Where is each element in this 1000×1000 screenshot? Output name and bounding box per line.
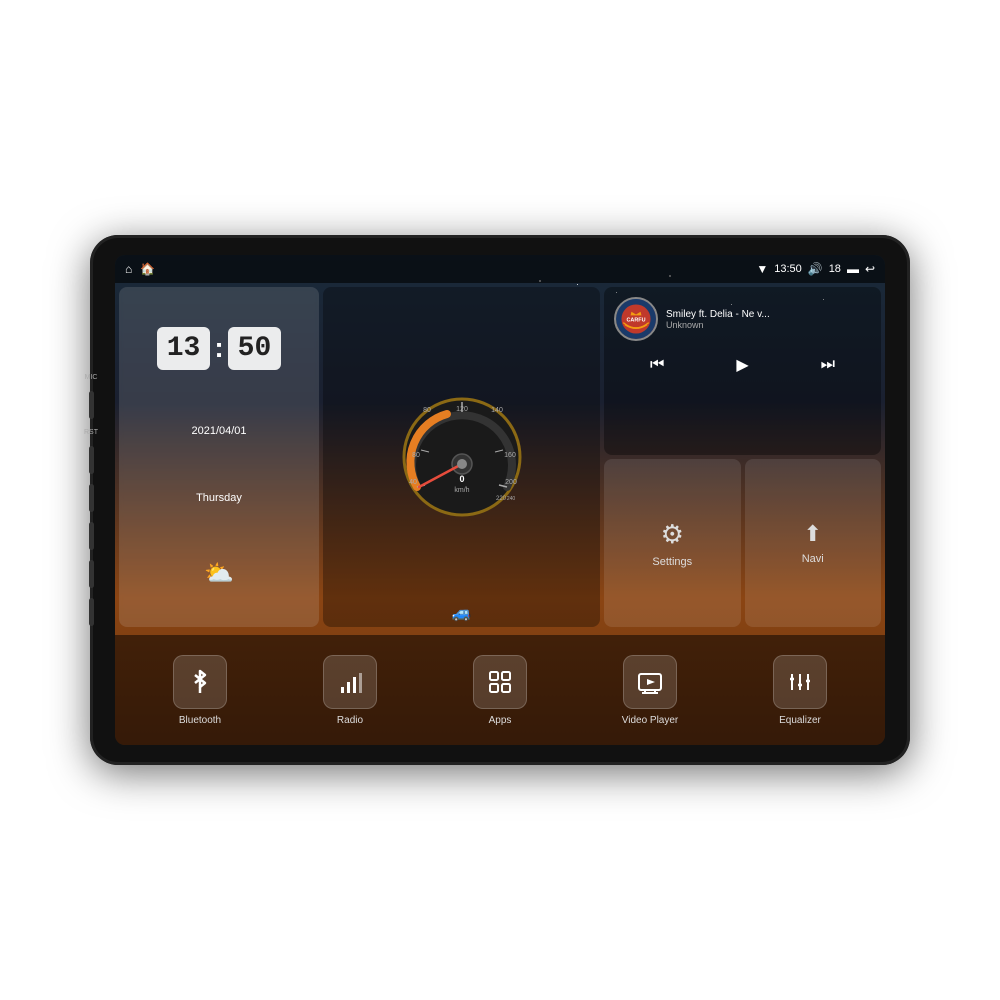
bluetooth-label: Bluetooth — [179, 715, 221, 726]
song-title: Smiley ft. Delia - Ne v... — [666, 309, 871, 320]
volume-level: 18 — [829, 263, 841, 275]
clock-hour: 13 — [157, 327, 211, 370]
car-icon: 🚙 — [452, 603, 472, 623]
home-icon[interactable]: 🏠 — [140, 262, 155, 276]
navi-icon: ⬆ — [804, 521, 822, 547]
date-text: 2021/04/01 — [191, 425, 246, 437]
settings-widget[interactable]: ⚙ Settings — [604, 459, 741, 627]
screen: ⌂ 🏠 ▼ 13:50 🔊 18 ▬ ↩ 13 : 50 2021/ — [115, 255, 885, 745]
car-head-unit: MIC RST ⌂ 🏠 ▼ 13:50 — [90, 235, 910, 765]
svg-text:80: 80 — [423, 407, 431, 414]
status-bar: ⌂ 🏠 ▼ 13:50 🔊 18 ▬ ↩ — [115, 255, 885, 283]
bottom-bar: Bluetooth Radio — [115, 635, 885, 745]
settings-navi-row: ⚙ Settings ⬆ Navi — [604, 459, 881, 627]
side-button-1[interactable] — [89, 391, 94, 419]
equalizer-label: Equalizer — [779, 715, 821, 726]
music-widget[interactable]: CARFU Smiley ft. Delia - Ne v... Unknown… — [604, 287, 881, 455]
album-art-svg: CARFU — [616, 297, 656, 341]
battery-icon: ▬ — [847, 262, 859, 276]
apps-icon-wrap — [473, 655, 527, 709]
video-player-icon-wrap — [623, 655, 677, 709]
side-button-back[interactable] — [89, 522, 94, 550]
svg-text:80: 80 — [412, 452, 420, 459]
svg-text:km/h: km/h — [454, 487, 469, 494]
home-soft-icon[interactable]: ⌂ — [125, 262, 132, 276]
settings-label: Settings — [652, 556, 692, 568]
volume-icon: 🔊 — [808, 262, 823, 276]
svg-text:200: 200 — [505, 479, 517, 486]
svg-text:220: 220 — [495, 496, 506, 502]
song-artist: Unknown — [666, 320, 871, 330]
main-grid: 13 : 50 2021/04/01 Thursday ⛅ — [119, 283, 881, 631]
svg-text:CARFU: CARFU — [626, 318, 645, 324]
radio-icon-wrap — [323, 655, 377, 709]
svg-text:120: 120 — [456, 406, 468, 413]
navi-widget[interactable]: ⬆ Navi — [745, 459, 882, 627]
side-button-power[interactable] — [89, 446, 94, 474]
status-right: ▼ 13:50 🔊 18 ▬ ↩ — [756, 262, 875, 276]
side-button-vol-up[interactable] — [89, 560, 94, 588]
clock-display: 13 : 50 — [157, 327, 282, 370]
radio-label: Radio — [337, 715, 363, 726]
album-art: CARFU — [614, 297, 658, 341]
rst-label: RST — [84, 429, 98, 436]
side-button-home[interactable] — [89, 484, 94, 512]
svg-text:40: 40 — [409, 479, 417, 486]
right-column: CARFU Smiley ft. Delia - Ne v... Unknown… — [604, 287, 881, 627]
apps-icon — [487, 669, 513, 695]
equalizer-icon-wrap — [773, 655, 827, 709]
speedometer-widget: 120 40 80 160 200 140 80 220 240 — [323, 287, 600, 627]
road-scene: 🚙 — [323, 603, 600, 623]
music-controls: ⏮ ▶ ⏭ — [614, 347, 871, 383]
status-time: 13:50 — [774, 263, 802, 275]
svg-text:0: 0 — [459, 474, 464, 484]
weather-icon: ⛅ — [204, 559, 234, 588]
mic-label: MIC — [85, 374, 98, 381]
play-button[interactable]: ▶ — [728, 351, 756, 379]
bluetooth-icon — [187, 669, 213, 695]
music-info: Smiley ft. Delia - Ne v... Unknown — [666, 309, 871, 330]
radio-button[interactable]: Radio — [275, 655, 425, 726]
equalizer-button[interactable]: Equalizer — [725, 655, 875, 726]
status-left: ⌂ 🏠 — [125, 262, 155, 276]
music-header: CARFU Smiley ft. Delia - Ne v... Unknown — [614, 297, 871, 341]
equalizer-icon — [787, 669, 813, 695]
side-buttons: MIC RST — [84, 374, 98, 626]
clock-minute: 50 — [228, 327, 282, 370]
svg-text:140: 140 — [491, 407, 503, 414]
clock-colon: : — [214, 332, 223, 364]
apps-button[interactable]: Apps — [425, 655, 575, 726]
video-player-icon — [637, 669, 663, 695]
day-text: Thursday — [196, 492, 242, 504]
svg-text:240: 240 — [506, 496, 515, 502]
settings-icon: ⚙ — [661, 519, 684, 550]
radio-icon — [337, 669, 363, 695]
side-button-vol-down[interactable] — [89, 598, 94, 626]
video-player-button[interactable]: Video Player — [575, 655, 725, 726]
navi-label: Navi — [802, 553, 824, 565]
video-player-label: Video Player — [622, 715, 679, 726]
speedometer-svg: 120 40 80 160 200 140 80 220 240 — [397, 392, 527, 522]
bluetooth-icon-wrap — [173, 655, 227, 709]
next-button[interactable]: ⏭ — [813, 352, 843, 378]
svg-text:160: 160 — [504, 452, 516, 459]
wifi-icon: ▼ — [756, 262, 768, 276]
bluetooth-button[interactable]: Bluetooth — [125, 655, 275, 726]
prev-button[interactable]: ⏮ — [642, 352, 672, 378]
back-icon[interactable]: ↩ — [865, 262, 875, 276]
apps-label: Apps — [489, 715, 512, 726]
clock-widget: 13 : 50 2021/04/01 Thursday ⛅ — [119, 287, 319, 627]
